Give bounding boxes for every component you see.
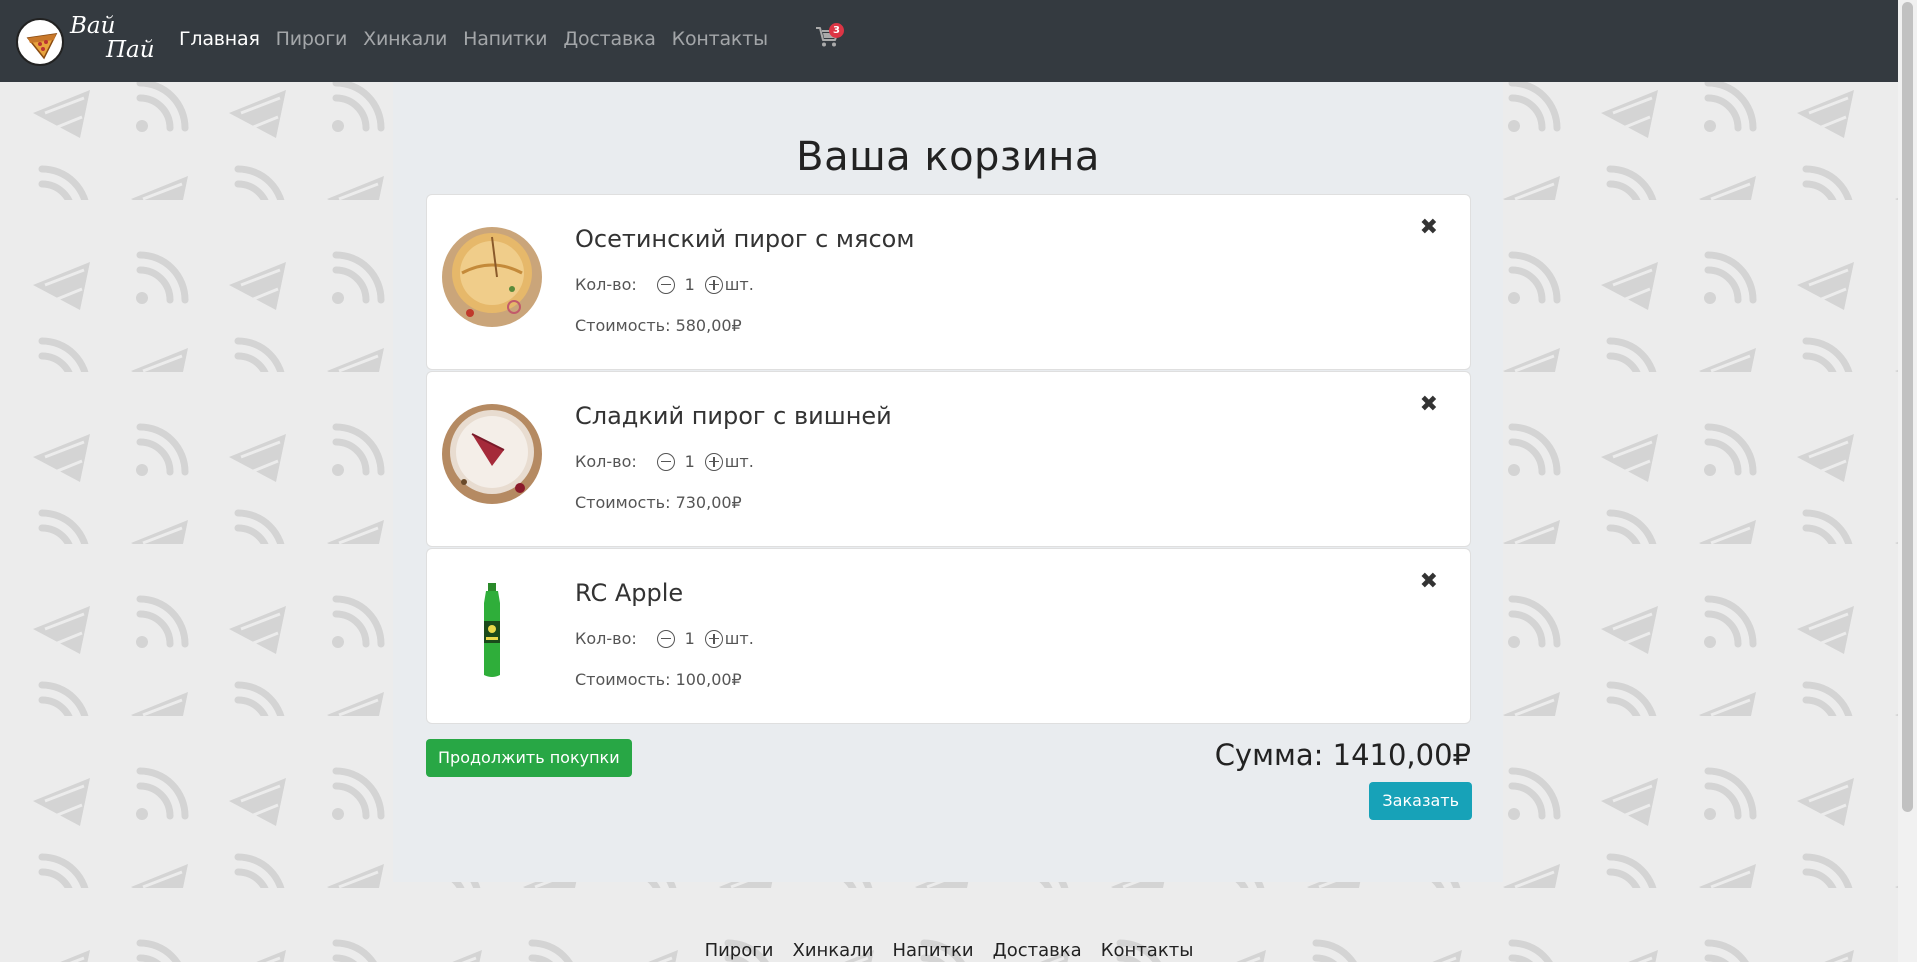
soda-bottle-image: [442, 581, 542, 681]
brand-name[interactable]: Вай Пай: [70, 14, 155, 62]
quantity-label: Кол-во:: [575, 629, 637, 648]
quantity-unit: шт.: [724, 275, 754, 294]
cart-button[interactable]: 3: [815, 23, 844, 52]
quantity-row: Кол-во: 1 шт.: [575, 275, 754, 294]
logo-pie-icon[interactable]: [16, 18, 64, 66]
quantity-row: Кол-во: 1 шт.: [575, 629, 754, 648]
continue-shopping-button[interactable]: Продолжить покупки: [426, 739, 632, 777]
item-name: Осетинский пирог с мясом: [575, 225, 915, 253]
brand-line-2: Пай: [106, 37, 155, 63]
item-name: Сладкий пирог с вишней: [575, 402, 892, 430]
footer-links: Пироги Хинкали Напитки Доставка Контакты: [0, 940, 1898, 961]
cart-item: Сладкий пирог с вишней Кол-во: 1 шт. Сто…: [426, 371, 1471, 547]
item-price: Стоимость: 730,00₽: [575, 493, 742, 512]
nav-link-khinkali[interactable]: Хинкали: [363, 28, 447, 50]
quantity-value: 1: [684, 629, 695, 648]
decrease-quantity-icon[interactable]: [656, 629, 675, 648]
increase-quantity-icon[interactable]: [704, 452, 723, 471]
footer-link-khinkali[interactable]: Хинкали: [792, 940, 873, 961]
quantity-unit: шт.: [724, 452, 754, 471]
order-button[interactable]: Заказать: [1369, 782, 1472, 820]
item-price: Стоимость: 100,00₽: [575, 670, 742, 689]
nav-links: Главная Пироги Хинкали Напитки Доставка …: [179, 28, 784, 50]
quantity-label: Кол-во:: [575, 275, 637, 294]
increase-quantity-icon[interactable]: [704, 275, 723, 294]
cart-count-badge: 3: [829, 23, 844, 38]
nav-link-delivery[interactable]: Доставка: [563, 28, 656, 50]
decrease-quantity-icon[interactable]: [656, 275, 675, 294]
cart-item: RC Apple Кол-во: 1 шт. Стоимость: 100,00…: [426, 548, 1471, 724]
quantity-unit: шт.: [724, 629, 754, 648]
page-title: Ваша корзина: [796, 134, 1100, 180]
cherry-pie-image: [442, 404, 542, 504]
remove-item-icon[interactable]: ✖: [1420, 569, 1438, 594]
increase-quantity-icon[interactable]: [704, 629, 723, 648]
nav-link-drinks[interactable]: Напитки: [463, 28, 547, 50]
decrease-quantity-icon[interactable]: [656, 452, 675, 471]
footer-link-contacts[interactable]: Контакты: [1101, 940, 1194, 961]
remove-item-icon[interactable]: ✖: [1420, 392, 1438, 417]
scrollbar-thumb[interactable]: [1902, 2, 1913, 812]
brand-line-1: Вай: [70, 13, 116, 39]
footer-link-pies[interactable]: Пироги: [705, 940, 774, 961]
quantity-value: 1: [684, 275, 695, 294]
cart-total: Сумма: 1410,00₽: [1214, 738, 1471, 772]
quantity-value: 1: [684, 452, 695, 471]
nav-link-contacts[interactable]: Контакты: [672, 28, 768, 50]
footer-link-drinks[interactable]: Напитки: [892, 940, 973, 961]
item-price: Стоимость: 580,00₽: [575, 316, 742, 335]
cart-container: Ваша корзина Осетинский пирог с мясом Ко…: [393, 82, 1503, 882]
remove-item-icon[interactable]: ✖: [1420, 215, 1438, 240]
cart-item: Осетинский пирог с мясом Кол-во: 1 шт. С…: [426, 194, 1471, 370]
scrollbar[interactable]: [1898, 0, 1917, 962]
meat-pie-image: [442, 227, 542, 327]
quantity-row: Кол-во: 1 шт.: [575, 452, 754, 471]
footer-link-delivery[interactable]: Доставка: [993, 940, 1082, 961]
nav-link-home[interactable]: Главная: [179, 28, 260, 50]
item-name: RC Apple: [575, 579, 684, 607]
nav-link-pies[interactable]: Пироги: [276, 28, 348, 50]
navbar: Вай Пай Главная Пироги Хинкали Напитки Д…: [0, 0, 1898, 82]
quantity-label: Кол-во:: [575, 452, 637, 471]
